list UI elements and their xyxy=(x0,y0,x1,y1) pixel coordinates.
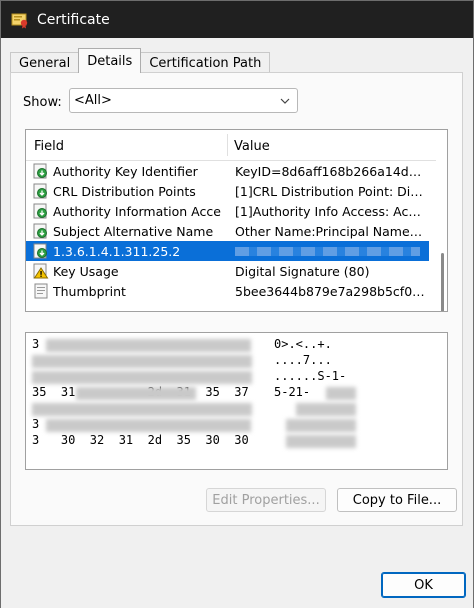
field-name: Key Usage xyxy=(53,264,119,279)
ok-button[interactable]: OK xyxy=(381,572,466,598)
field-value: [1]CRL Distribution Point: Distr... xyxy=(235,184,425,199)
field-row[interactable]: Authority Key Identifier KeyID=8d6aff168… xyxy=(26,161,429,181)
redaction-blur xyxy=(46,339,251,352)
list-scrollbar[interactable] xyxy=(436,160,447,311)
column-header-field[interactable]: Field xyxy=(34,139,64,154)
certificate-icon xyxy=(11,13,28,28)
list-header: Field Value xyxy=(26,130,437,161)
field-list: Field Value Authority Key Identifier Key… xyxy=(25,129,448,312)
tab-strip: General Details Certification Path xyxy=(10,48,271,73)
redaction-blur xyxy=(286,435,356,448)
field-name: Subject Alternative Name xyxy=(53,224,214,239)
details-panel: Show: <All> Field Value Authority Key Id… xyxy=(10,72,463,526)
tab-general[interactable]: General xyxy=(10,52,80,73)
field-row[interactable]: CRL Distribution Points [1]CRL Distribut… xyxy=(26,181,429,201)
hex-ascii: 5-21- xyxy=(274,385,311,399)
title-bar: Certificate xyxy=(1,1,473,38)
hex-ascii: ......S-1- xyxy=(274,369,347,383)
window-title: Certificate xyxy=(37,11,110,28)
field-row[interactable]: Subject Alternative Name Other Name:Prin… xyxy=(26,221,429,241)
redaction-blur xyxy=(296,403,356,416)
cert-field-icon xyxy=(33,203,47,219)
redaction-blur xyxy=(32,355,252,368)
cert-field-icon xyxy=(33,223,47,239)
tab-certification-path[interactable]: Certification Path xyxy=(140,52,271,73)
show-dropdown[interactable]: <All> xyxy=(69,88,298,113)
redaction-blur xyxy=(32,371,252,384)
field-name: Thumbprint xyxy=(53,284,126,299)
redaction-blur xyxy=(76,387,196,400)
hex-ascii: ....7... xyxy=(274,353,332,367)
chevron-down-icon xyxy=(280,98,290,104)
field-row[interactable]: Key Usage Digital Signature (80) xyxy=(26,261,429,281)
show-label: Show: xyxy=(23,95,62,110)
field-row-selected[interactable]: 1.3.6.1.4.1.311.25.2 xyxy=(26,241,429,261)
field-name: Authority Key Identifier xyxy=(53,164,198,179)
redaction-blur xyxy=(32,403,252,416)
field-row[interactable]: Thumbprint 5bee3644b879e7a298b5cf0fc... xyxy=(26,281,429,301)
column-divider[interactable] xyxy=(227,134,228,156)
hex-bytes: 3 xyxy=(32,417,40,431)
cert-field-icon xyxy=(33,243,47,259)
cert-field-icon xyxy=(33,163,47,179)
hex-bytes: 3 xyxy=(32,337,40,351)
document-icon xyxy=(34,283,48,299)
warning-icon xyxy=(33,263,49,279)
field-value: Other Name:Principal Name=A... xyxy=(235,224,425,239)
value-hex-view[interactable]: 3 0>.<..+. ....7... ......S-1- 35 31 2d … xyxy=(25,332,448,470)
field-value: 5bee3644b879e7a298b5cf0fc... xyxy=(235,284,425,299)
field-row[interactable]: Authority Information Access [1]Authorit… xyxy=(26,201,429,221)
field-name: Authority Information Access xyxy=(53,204,221,219)
tab-details[interactable]: Details xyxy=(78,48,142,73)
field-name: CRL Distribution Points xyxy=(53,184,196,199)
hex-ascii: 0>.<..+. xyxy=(274,337,332,351)
edit-properties-button[interactable]: Edit Properties... xyxy=(206,488,326,512)
field-value: KeyID=8d6aff168b266a14db9... xyxy=(235,164,425,179)
redaction-blur xyxy=(46,419,251,432)
field-name: 1.3.6.1.4.1.311.25.2 xyxy=(53,244,181,259)
show-dropdown-value: <All> xyxy=(74,93,112,108)
hex-bytes: 3 30 32 31 2d 35 30 30 xyxy=(32,433,249,447)
copy-to-file-button[interactable]: Copy to File... xyxy=(337,488,457,512)
list-scrollbar-thumb[interactable] xyxy=(441,253,444,311)
redaction-blur xyxy=(286,419,356,432)
redaction-blur xyxy=(326,387,356,400)
field-value: Digital Signature (80) xyxy=(235,264,370,279)
redacted-value xyxy=(235,244,425,259)
cert-field-icon xyxy=(33,183,47,199)
column-header-value[interactable]: Value xyxy=(234,139,270,154)
field-value: [1]Authority Info Access: Acc... xyxy=(235,204,425,219)
dialog-footer: OK xyxy=(1,561,473,608)
certificate-window: Certificate General Details Certificatio… xyxy=(0,0,474,608)
